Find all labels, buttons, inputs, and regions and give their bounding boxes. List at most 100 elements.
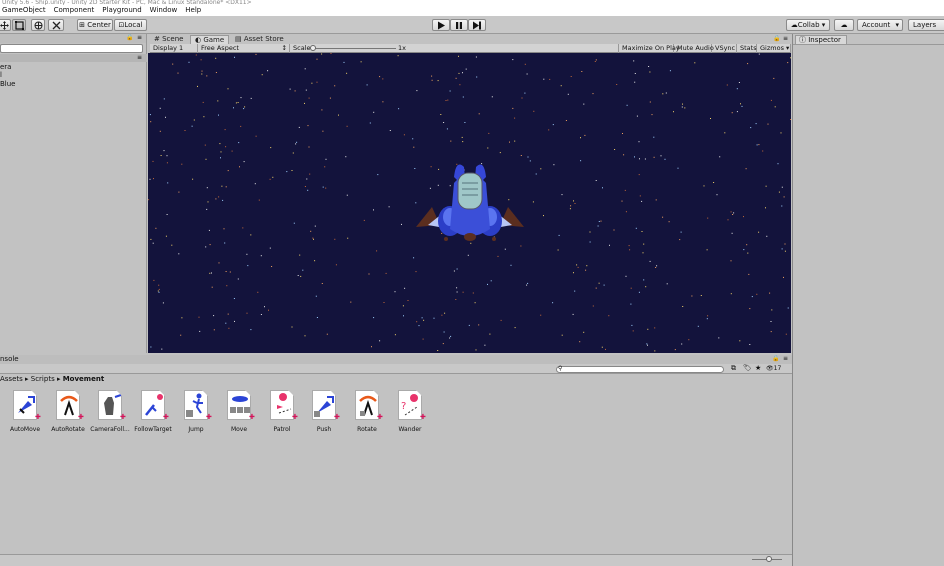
asset-move[interactable]: ✚ Move (217, 386, 257, 436)
game-lock-icon[interactable]: 🔒 (773, 35, 780, 42)
game-menu-icon[interactable]: ≡ (783, 35, 788, 42)
project-menu-icon[interactable]: ≡ (783, 355, 788, 362)
star (474, 302, 476, 304)
wander-icon: ? (398, 390, 422, 420)
star (478, 324, 480, 326)
star (247, 265, 249, 267)
star (167, 182, 169, 184)
asset-patrol[interactable]: ✚ Patrol (260, 386, 300, 436)
menu-help[interactable]: Help (185, 5, 201, 16)
collab-dropdown[interactable]: ☁Collab ▾ (786, 19, 830, 31)
asset-push[interactable]: ✚ Push (302, 386, 342, 436)
pivot-local-button[interactable]: ⊡Local (114, 19, 147, 31)
star (289, 88, 291, 90)
panel-menu-icon[interactable]: ≡ (137, 34, 142, 41)
star (512, 59, 514, 61)
star (316, 58, 318, 60)
gizmos-dropdown[interactable]: Gizmos ▾ (757, 44, 791, 53)
pause-button[interactable] (450, 19, 468, 31)
star (222, 199, 224, 201)
layers-dropdown[interactable]: Layers (908, 19, 944, 31)
star (373, 209, 374, 211)
star (224, 242, 226, 244)
star (560, 85, 562, 87)
breadcrumb-assets[interactable]: Assets (0, 375, 23, 383)
star (465, 68, 467, 70)
tab-asset-store-label: Asset Store (243, 35, 284, 43)
hierarchy-item-camera[interactable]: era (0, 63, 11, 71)
project-search-input[interactable]: ⚲ (556, 365, 724, 373)
filter-label-icon[interactable]: 🏷 (743, 364, 752, 372)
asset-camerafollow[interactable]: ✚ CameraFoll... (88, 386, 130, 436)
lock-icon[interactable]: 🔒 (126, 34, 133, 41)
breadcrumb-movement[interactable]: Movement (63, 375, 104, 383)
star (310, 230, 312, 232)
hierarchy-item-2[interactable]: l (0, 71, 2, 79)
star (553, 164, 555, 166)
asset-autorotate[interactable]: ✚ AutoRotate (46, 386, 86, 436)
stats-toggle[interactable]: Stats (737, 44, 757, 53)
vsync-toggle[interactable]: VSync (712, 44, 737, 53)
menu-playground[interactable]: Playground (102, 5, 141, 16)
console-tab-label[interactable]: nsole (0, 355, 19, 364)
game-view[interactable] (148, 53, 791, 353)
breadcrumb-scripts[interactable]: Scripts (31, 375, 55, 383)
mute-audio-toggle[interactable]: Mute Audio (674, 44, 714, 53)
display-dropdown[interactable]: Display 1 (150, 44, 198, 53)
maximize-on-play-toggle[interactable]: Maximize On Play (618, 44, 680, 53)
star (415, 271, 417, 273)
move-tool-button[interactable] (0, 19, 11, 31)
hierarchy-scene-row[interactable]: ≡ (0, 54, 147, 62)
menu-gameobject[interactable]: GameObject (2, 5, 46, 16)
account-dropdown[interactable]: Account ▾ (857, 19, 903, 31)
star (595, 59, 597, 61)
script-badge-icon: ✚ (292, 413, 298, 421)
icon-size-slider-thumb[interactable] (766, 556, 772, 562)
star (377, 174, 379, 176)
asset-followtarget[interactable]: ✚ FollowTarget (131, 386, 172, 436)
project-lock-icon[interactable]: 🔒 (772, 355, 779, 362)
tab-asset-store[interactable]: ▤ Asset Store (231, 35, 288, 44)
star (304, 102, 305, 104)
star (304, 335, 306, 337)
scene-menu-icon[interactable]: ≡ (137, 54, 142, 61)
pivot-center-button[interactable]: ⊞ Center (77, 19, 113, 31)
filter-type-icon[interactable]: ⧉ (731, 364, 736, 373)
star (211, 286, 213, 288)
asset-jump[interactable]: ✚ Jump (174, 386, 214, 436)
step-button[interactable] (468, 19, 486, 31)
menu-window[interactable]: Window (150, 5, 178, 16)
star (201, 70, 203, 72)
star (665, 92, 667, 94)
scale-slider-track[interactable] (312, 48, 396, 49)
tab-inspector[interactable]: ⓘ Inspector (795, 35, 847, 44)
hierarchy-search-input[interactable] (0, 44, 143, 53)
favorite-star-icon[interactable]: ★ (755, 364, 761, 372)
star (379, 340, 381, 342)
rect-tool-button[interactable] (12, 19, 26, 31)
star (548, 129, 550, 131)
star (595, 287, 597, 289)
custom-tool-button[interactable] (48, 19, 64, 31)
scale-slider-thumb[interactable] (310, 45, 316, 51)
asset-label: FollowTarget (134, 426, 172, 433)
star (226, 285, 228, 287)
star (630, 287, 632, 289)
menu-component[interactable]: Component (54, 5, 95, 16)
star (758, 53, 760, 55)
star (300, 275, 302, 277)
asset-wander[interactable]: ? ✚ Wander (388, 386, 428, 436)
star (656, 265, 658, 267)
transform-tool-icon (34, 21, 42, 30)
hierarchy-item-blue[interactable]: Blue (0, 80, 16, 88)
asset-automove[interactable]: ✚ AutoMove (3, 386, 43, 436)
tab-scene[interactable]: # Scene (150, 35, 187, 44)
transform-tool-button[interactable] (31, 19, 45, 31)
cloud-services-button[interactable]: ☁ (834, 19, 854, 31)
play-button[interactable] (432, 19, 450, 31)
tab-game[interactable]: ◐ Game (190, 35, 230, 44)
star (296, 141, 298, 143)
star (440, 114, 442, 115)
aspect-dropdown[interactable]: Free Aspect ↕ (198, 44, 290, 53)
asset-rotate[interactable]: ✚ Rotate (345, 386, 385, 436)
